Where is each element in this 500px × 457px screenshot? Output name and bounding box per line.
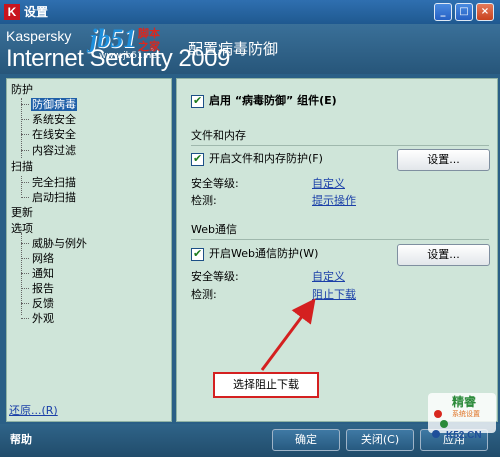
- watermark-text: K52.CN: [446, 430, 482, 441]
- web-section-title: Web通信: [191, 223, 237, 236]
- sidebar-item-online-security[interactable]: 在线安全: [31, 128, 77, 142]
- help-link[interactable]: 帮助: [10, 433, 32, 447]
- file-security-level-link[interactable]: 自定义: [312, 177, 345, 191]
- brand-name: Kaspersky: [6, 28, 72, 44]
- file-settings-button[interactable]: 设置...: [397, 149, 490, 171]
- minimize-button[interactable]: _: [434, 3, 452, 21]
- sidebar-item-content-filter[interactable]: 内容过滤: [31, 144, 77, 158]
- sidebar-item-options[interactable]: 选项: [11, 222, 33, 236]
- sidebar-item-system-security[interactable]: 系统安全: [31, 113, 77, 127]
- web-protection-checkbox[interactable]: [191, 247, 204, 261]
- enable-component-checkbox[interactable]: [191, 94, 204, 108]
- sidebar-item-antivirus[interactable]: 防御病毒: [31, 98, 77, 112]
- maximize-button[interactable]: □: [455, 3, 473, 21]
- watermark-text: 脚本: [138, 27, 160, 40]
- watermark-text: 精睿: [452, 395, 477, 409]
- title-bar[interactable]: K 设置 _ □ ×: [0, 0, 500, 24]
- kaspersky-app-icon: K: [4, 4, 20, 20]
- file-detect-link[interactable]: 提示操作: [312, 194, 356, 208]
- page-title: 配置病毒防御: [188, 40, 279, 58]
- sidebar-item-update[interactable]: 更新: [11, 206, 33, 220]
- web-security-level-link[interactable]: 自定义: [312, 270, 345, 284]
- close-window-button[interactable]: ×: [476, 3, 494, 21]
- sidebar-item-feedback[interactable]: 反馈: [31, 297, 55, 311]
- file-protection-checkbox[interactable]: [191, 152, 204, 166]
- web-detect-label: 检测:: [191, 288, 217, 301]
- close-button[interactable]: 关闭(C): [346, 429, 414, 451]
- web-settings-button[interactable]: 设置...: [397, 244, 490, 266]
- settings-sidebar: 防护 防御病毒 系统安全 在线安全 内容过滤 扫描 完全扫描 启动扫描 更新 选…: [6, 78, 172, 422]
- footer-bar: 帮助 确定 关闭(C) 应用: [0, 424, 500, 457]
- file-memory-section-title: 文件和内存: [191, 129, 246, 142]
- web-detect-link[interactable]: 阻止下载: [312, 288, 356, 302]
- web-security-level-label: 安全等级:: [191, 270, 239, 283]
- antivirus-settings-panel: 启用 “病毒防御” 组件(E) 文件和内存 开启文件和内存防护(F) 设置...…: [176, 78, 498, 422]
- file-security-level-label: 安全等级:: [191, 177, 239, 190]
- watermark-logo: jb51: [90, 24, 137, 53]
- sidebar-item-appearance[interactable]: 外观: [31, 312, 55, 326]
- sidebar-item-notifications[interactable]: 通知: [31, 267, 55, 281]
- sidebar-item-scan[interactable]: 扫描: [11, 160, 33, 174]
- file-detect-label: 检测:: [191, 194, 217, 207]
- window-title: 设置: [24, 5, 49, 19]
- sidebar-item-full-scan[interactable]: 完全扫描: [31, 176, 77, 190]
- watermark-text: 系统设置: [452, 410, 480, 418]
- watermark-dot: [432, 430, 440, 438]
- sidebar-item-reports[interactable]: 报告: [31, 282, 55, 296]
- restore-link[interactable]: 还原...(R): [9, 404, 58, 418]
- divider: [191, 239, 489, 240]
- annotation-callout: 选择阻止下载: [213, 372, 319, 398]
- watermark-url: www.jb51.net: [99, 51, 161, 61]
- product-header: Kaspersky Internet Security 2009 配置病毒防御 …: [0, 24, 500, 74]
- divider: [191, 145, 489, 146]
- enable-component-label: 启用 “病毒防御” 组件(E): [209, 94, 337, 107]
- watermark-dot: [434, 410, 442, 418]
- ok-button[interactable]: 确定: [272, 429, 340, 451]
- sidebar-item-startup-scan[interactable]: 启动扫描: [31, 191, 77, 205]
- sidebar-item-protection[interactable]: 防护: [11, 83, 33, 97]
- file-protection-label: 开启文件和内存防护(F): [209, 152, 323, 165]
- settings-window: K 设置 _ □ × Kaspersky Internet Security 2…: [0, 0, 500, 457]
- sidebar-item-network[interactable]: 网络: [31, 252, 55, 266]
- sidebar-item-threats-exclusions[interactable]: 威胁与例外: [31, 237, 88, 251]
- watermark-dot: [440, 420, 448, 428]
- web-protection-label: 开启Web通信防护(W): [209, 247, 319, 260]
